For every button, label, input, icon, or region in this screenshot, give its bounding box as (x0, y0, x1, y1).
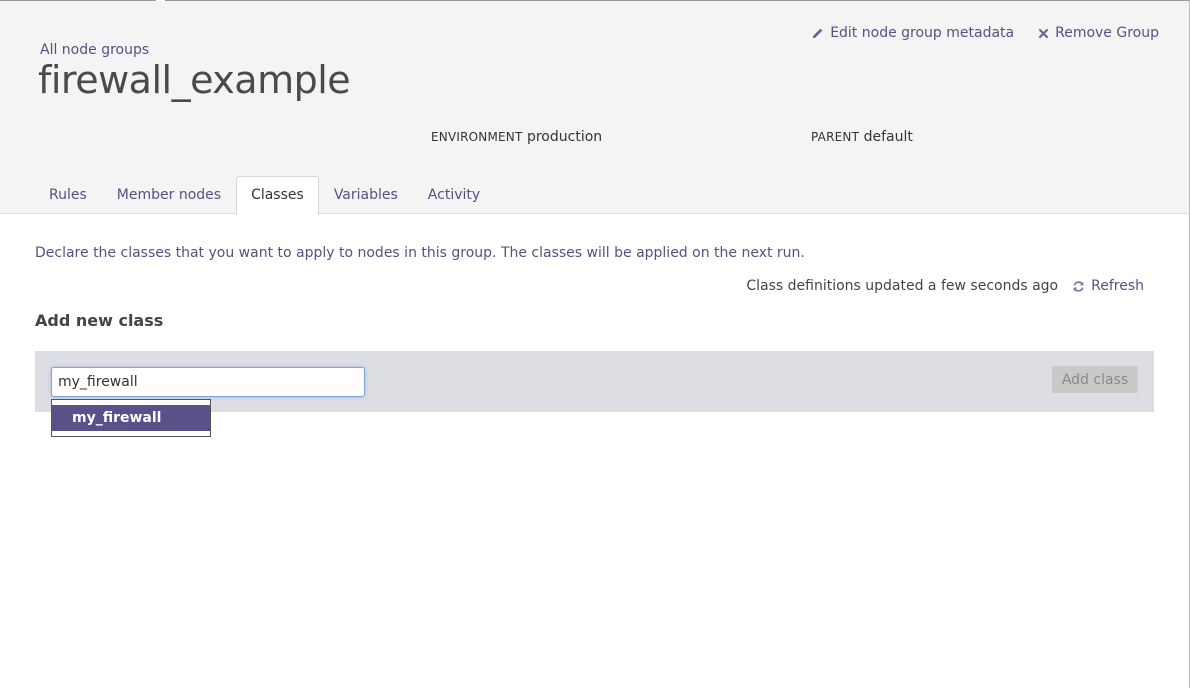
remove-group-label: Remove Group (1055, 25, 1159, 41)
class-name-input[interactable] (51, 367, 365, 397)
tab-rules[interactable]: Rules (34, 176, 102, 214)
environment-value: production (526, 129, 603, 145)
edit-metadata-link[interactable]: Edit node group metadata (812, 25, 1014, 41)
refresh-link[interactable]: Refresh (1072, 278, 1144, 294)
tab-variables[interactable]: Variables (319, 176, 413, 214)
edit-metadata-label: Edit node group metadata (830, 25, 1015, 41)
pencil-icon (813, 28, 823, 38)
class-autocomplete-dropdown: my_firewall (51, 399, 211, 437)
remove-group-link[interactable]: Remove Group (1038, 25, 1159, 41)
parent-key: PARENT (811, 130, 860, 144)
class-definitions-status: Class definitions updated a few seconds … (746, 278, 1144, 294)
add-new-class-heading: Add new class (35, 311, 164, 330)
add-class-button[interactable]: Add class (1052, 366, 1138, 393)
refresh-status-text: Class definitions updated a few seconds … (746, 278, 1059, 294)
node-group-tabs: Rules Member nodes Classes Variables Act… (34, 176, 495, 215)
refresh-label: Refresh (1091, 278, 1144, 294)
autocomplete-option[interactable]: my_firewall (52, 405, 210, 431)
refresh-icon (1073, 280, 1084, 292)
tab-classes[interactable]: Classes (236, 176, 319, 215)
parent-info: PARENT default (811, 129, 913, 145)
close-icon (1039, 28, 1049, 38)
page-title: firewall_example (38, 58, 351, 102)
tab-activity[interactable]: Activity (413, 176, 495, 214)
tab-member-nodes[interactable]: Member nodes (102, 176, 236, 214)
classes-description: Declare the classes that you want to app… (35, 245, 805, 261)
environment-info: ENVIRONMENT production (431, 129, 602, 145)
parent-value: default (863, 129, 913, 145)
environment-key: ENVIRONMENT (431, 130, 523, 144)
breadcrumb-all-node-groups[interactable]: All node groups (40, 42, 149, 58)
header-actions: Edit node group metadata Remove Group (812, 25, 1159, 41)
